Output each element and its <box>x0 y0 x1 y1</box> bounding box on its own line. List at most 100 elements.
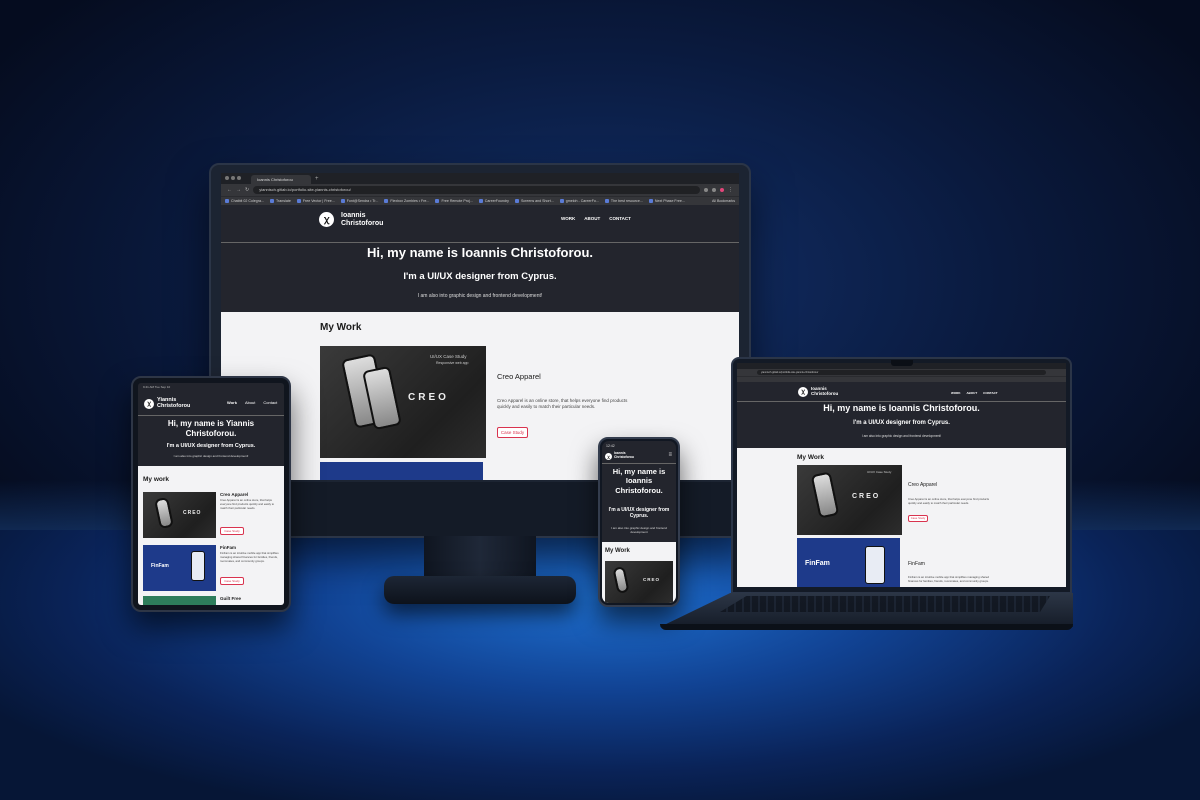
logo-icon[interactable]: ꭓ <box>605 453 612 460</box>
site-nav: WORK ABOUT CONTACT <box>561 216 631 221</box>
nav-about[interactable]: ABOUT <box>967 391 978 395</box>
creo-logo: CREO <box>183 510 202 516</box>
work-title: My work <box>143 476 170 483</box>
guilt-free-thumbnail[interactable] <box>143 596 216 605</box>
creo-logo: CREO <box>852 493 881 500</box>
creo-logo: CREO <box>643 577 661 582</box>
case-study-button[interactable]: Case Study <box>220 577 244 585</box>
site-nav: WORK ABOUT CONTACT <box>951 391 998 395</box>
menu-kebab-icon[interactable]: ⋮ <box>728 187 733 193</box>
case-study-label: UI/UX Case Study <box>867 470 892 474</box>
site-brand[interactable]: Ioannis Christoforou <box>614 451 634 460</box>
hero-subheadline: I'm a UI/UX designer from Cyprus. <box>403 271 557 282</box>
finfam-logo: FinFam <box>151 563 169 569</box>
profile-avatar[interactable] <box>720 188 724 192</box>
project-title: FinFam <box>220 545 237 550</box>
phone-mockup-image <box>810 471 840 519</box>
nav-contact[interactable]: CONTACT <box>609 216 631 221</box>
finfam-thumbnail[interactable]: FinFam <box>797 538 900 587</box>
work-section: My Work CREO <box>602 542 676 603</box>
address-bar[interactable]: yiannisch.gitlab.io/portfolio-site-yiann… <box>253 186 700 194</box>
case-study-label: UI/UX Case Study <box>430 354 467 359</box>
nav-contact[interactable]: Contact <box>263 400 277 405</box>
bookmark-item[interactable]: gmeloh - CareerFo... <box>559 199 599 203</box>
hero-subheadline: I'm a UI/UX designer from Cyprus. <box>608 507 670 520</box>
site-header: ꭓ Ioannis Christoforou WORK ABOUT CONTACT <box>221 205 739 235</box>
creo-apparel-thumbnail[interactable]: CREO <box>605 561 673 603</box>
extension-icon[interactable] <box>704 188 708 192</box>
finfam-thumbnail[interactable]: FinFam <box>143 545 216 591</box>
bookmark-item[interactable]: Chatbit 02 Colegra... <box>225 199 264 203</box>
laptop-lip <box>660 624 1073 630</box>
case-study-button[interactable]: Case Study <box>220 527 244 535</box>
laptop-camera-notch <box>891 360 913 366</box>
new-tab-button[interactable]: + <box>315 176 319 182</box>
work-title: My Work <box>605 548 630 554</box>
work-title: My Work <box>797 454 824 461</box>
finfam-thumbnail[interactable] <box>320 462 483 480</box>
browser-toolbar: ← → ↻ yiannisch.gitlab.io/portfolio-site… <box>221 184 739 196</box>
bookmark-item[interactable]: Screens and Short... <box>514 199 554 203</box>
bookmark-item[interactable]: Next Phase Free... <box>648 199 685 203</box>
desktop-screen: Ioannis Christoforou + ← → ↻ yiannisch.g… <box>221 173 739 480</box>
project-title: Creo Apparel <box>497 372 541 381</box>
nav-about[interactable]: ABOUT <box>584 216 600 221</box>
site-brand[interactable]: Ioannis Christoforou <box>341 212 383 228</box>
site-brand[interactable]: Yiannis Christoforou <box>157 397 190 410</box>
creo-logo: CREO <box>408 392 449 403</box>
bookmark-item[interactable]: Free Remote Proj... <box>435 199 473 203</box>
project-description: Creo Apparel is an online store, that he… <box>220 498 275 510</box>
hero-tagline: I am also into graphic design and fronte… <box>611 526 667 534</box>
site-brand[interactable]: Ioannis Christoforou <box>811 386 838 396</box>
laptop-keyboard <box>720 596 1050 612</box>
hero-headline: Hi, my name is Ioannis Christoforou. <box>366 245 594 260</box>
bookmark-item[interactable]: Flexbox Zombies • Fre... <box>384 199 429 203</box>
all-bookmarks[interactable]: All Bookmarks <box>712 199 735 203</box>
nav-work[interactable]: WORK <box>561 216 575 221</box>
logo-icon[interactable]: ꭓ <box>319 212 334 227</box>
nav-contact[interactable]: CONTACT <box>983 391 997 395</box>
forward-icon[interactable]: → <box>236 187 241 193</box>
phone-screen: 12:42 ꭓ Ioannis Christoforou ≡ Hi, my nam… <box>602 441 676 603</box>
phone-mockup-image <box>865 546 885 584</box>
hero-headline: Hi, my name is Ioannis Christoforou. <box>823 403 980 413</box>
address-bar[interactable]: yiannisch.gitlab.io/portfolio-site-yiann… <box>757 370 1046 375</box>
nav-work[interactable]: WORK <box>951 391 961 395</box>
site-nav: Work About Contact <box>227 400 277 405</box>
bookmark-item[interactable]: Font@Sendra • Tr... <box>340 199 378 203</box>
project-description: Creo Apparel is an online store, that he… <box>497 398 628 410</box>
laptop-screen: yiannisch.gitlab.io/portfolio-site-yiann… <box>737 363 1066 587</box>
project-title: Guilt Free <box>220 596 242 601</box>
hamburger-menu-icon[interactable]: ≡ <box>668 452 672 458</box>
browser-tab[interactable]: Ioannis Christoforou <box>251 175 311 184</box>
back-icon[interactable]: ← <box>227 187 232 193</box>
project-title: FinFam <box>908 561 925 567</box>
creo-apparel-thumbnail[interactable]: CREO <box>143 492 216 538</box>
tablet-status-bar: 9:41 AM Tue Sep 10 <box>143 385 171 389</box>
browser-tab-strip: Ioannis Christoforou + <box>221 173 739 184</box>
logo-icon[interactable]: ꭓ <box>144 399 154 409</box>
bookmarks-bar: Chatbit 02 Colegra... Translate Free Vec… <box>221 196 739 205</box>
bookmark-item[interactable]: CareerFoundry <box>478 199 509 203</box>
project-description: FinFam is an intuitive mobile app that s… <box>220 551 279 563</box>
bookmark-item[interactable]: The best resource... <box>604 199 643 203</box>
reload-icon[interactable]: ↻ <box>245 187 249 193</box>
window-controls[interactable] <box>225 176 241 180</box>
case-study-button[interactable]: Case Study <box>497 427 528 438</box>
nav-about[interactable]: About <box>245 400 255 405</box>
extension-icon[interactable] <box>712 188 716 192</box>
project-title: Creo Apparel <box>908 482 938 488</box>
tablet-screen: 9:41 AM Tue Sep 10 ꭓ Yiannis Christoforou… <box>138 383 284 605</box>
logo-icon[interactable]: ꭓ <box>798 387 808 397</box>
hero-headline: Hi, my name is Yiannis Christoforou. <box>167 419 255 438</box>
header-divider <box>737 401 1066 402</box>
creo-apparel-thumbnail[interactable]: CREO UI/UX Case Study <box>797 465 902 535</box>
bookmark-item[interactable]: Free Vector | Free... <box>296 199 335 203</box>
creo-apparel-thumbnail[interactable]: CREO UI/UX Case Study Responsive web app <box>320 346 486 458</box>
case-study-button[interactable]: Case Study <box>908 515 928 522</box>
bookmark-item[interactable]: Translate <box>269 199 291 203</box>
project-description: Creo Apparel is an online store, that he… <box>908 497 990 505</box>
bookmarks-bar <box>737 376 1066 382</box>
nav-work[interactable]: Work <box>227 400 237 405</box>
hero-headline: Hi, my name is Ioannis Christoforou. <box>612 467 666 495</box>
